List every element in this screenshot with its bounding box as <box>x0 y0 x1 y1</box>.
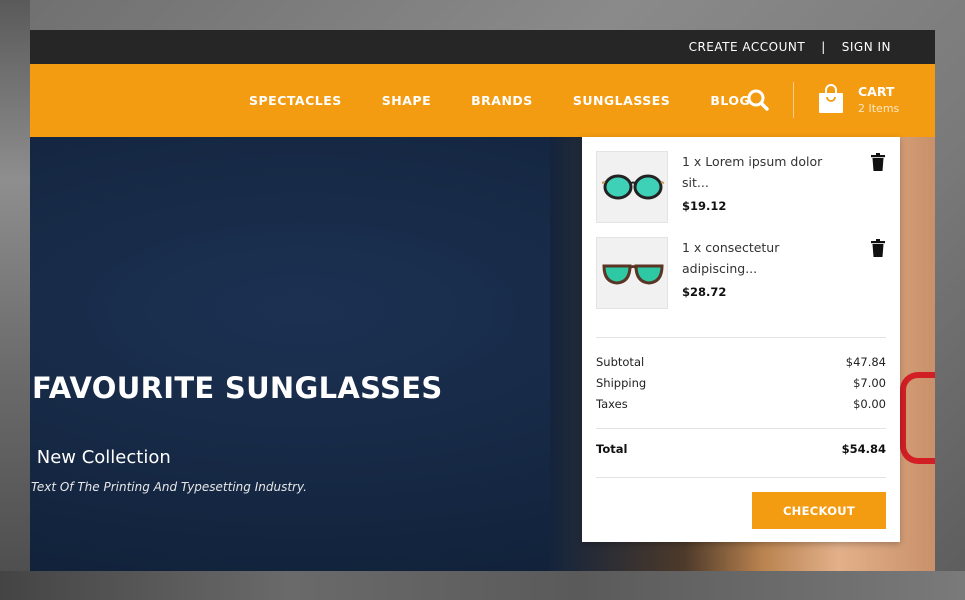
top-bar: CREATE ACCOUNT | SIGN IN <box>30 30 935 64</box>
nav-item-blog[interactable]: BLOG <box>710 93 750 108</box>
cart-item-price: $28.72 <box>682 285 727 299</box>
shipping-label: Shipping <box>596 376 647 390</box>
create-account-link[interactable]: CREATE ACCOUNT <box>689 40 806 54</box>
account-links: CREATE ACCOUNT | SIGN IN <box>689 30 891 64</box>
shipping-value: $7.00 <box>853 376 886 390</box>
nav-item-shape[interactable]: SHAPE <box>382 93 431 108</box>
cart-count: 2 Items <box>858 102 900 115</box>
website-frame: CREATE ACCOUNT | SIGN IN SPECTACLES SHAP… <box>30 30 935 571</box>
nav-item-spectacles[interactable]: SPECTACLES <box>249 93 342 108</box>
checkout-button[interactable]: CHECKOUT <box>752 492 886 529</box>
total-label: Total <box>596 442 628 456</box>
cart-item: 1 x Lorem ipsum dolor sit... $19.12 <box>596 151 886 225</box>
taxes-label: Taxes <box>596 397 628 411</box>
cart-totals: Subtotal $47.84 Shipping $7.00 Taxes $0.… <box>596 352 886 415</box>
hero-subtitle: l New Collection <box>30 447 171 468</box>
divider <box>596 477 886 478</box>
nav-links: SPECTACLES SHAPE BRANDS SUNGLASSES BLOG <box>249 64 790 137</box>
total-row: Total $54.84 <box>596 442 886 456</box>
hero-glasses-frame <box>900 372 935 464</box>
trash-icon[interactable] <box>871 239 885 257</box>
cart-item-name[interactable]: 1 x Lorem ipsum dolor sit... <box>682 151 842 193</box>
total-value: $54.84 <box>841 442 886 456</box>
cart-title: CART <box>858 84 895 99</box>
taxes-row: Taxes $0.00 <box>596 394 886 415</box>
taxes-value: $0.00 <box>853 397 886 411</box>
backdrop-left <box>0 0 30 600</box>
backdrop-bottom <box>0 571 965 600</box>
divider <box>596 428 886 429</box>
hero-title: FAVOURITE SUNGLASSES <box>32 371 443 405</box>
account-separator: | <box>821 40 826 54</box>
cart-dropdown: 1 x Lorem ipsum dolor sit... $19.12 1 x … <box>582 137 900 542</box>
hero-text: Text Of The Printing And Typesetting Ind… <box>31 480 307 494</box>
product-thumbnail[interactable] <box>596 151 668 223</box>
shipping-row: Shipping $7.00 <box>596 373 886 394</box>
subtotal-row: Subtotal $47.84 <box>596 352 886 373</box>
nav-item-brands[interactable]: BRANDS <box>471 93 533 108</box>
trash-icon[interactable] <box>871 153 885 171</box>
divider <box>596 337 886 338</box>
product-thumbnail[interactable] <box>596 237 668 309</box>
nav-item-sunglasses[interactable]: SUNGLASSES <box>573 93 671 108</box>
sign-in-link[interactable]: SIGN IN <box>842 40 891 54</box>
subtotal-value: $47.84 <box>845 355 886 369</box>
cart-item-name[interactable]: 1 x consectetur adipiscing... <box>682 237 842 279</box>
search-icon[interactable] <box>746 88 770 112</box>
cart-item: 1 x consectetur adipiscing... $28.72 <box>596 237 886 311</box>
cart-item-price: $19.12 <box>682 199 727 213</box>
nav-divider <box>793 82 794 118</box>
shopping-bag-icon <box>818 84 844 114</box>
cart-button[interactable]: CART 2 Items <box>818 78 918 124</box>
main-nav: SPECTACLES SHAPE BRANDS SUNGLASSES BLOG … <box>30 64 935 137</box>
subtotal-label: Subtotal <box>596 355 645 369</box>
